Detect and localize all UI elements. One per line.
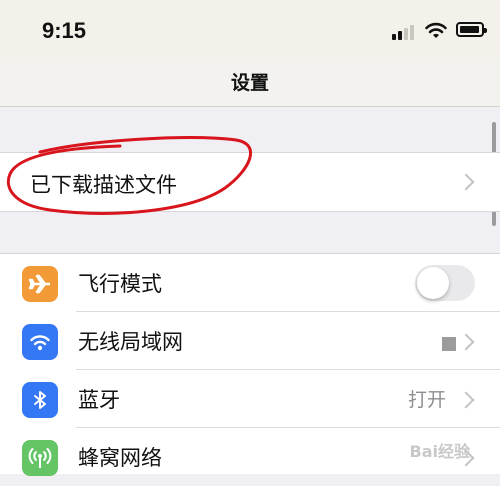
status-bar: 9:15 (0, 0, 500, 58)
chevron-right-icon (457, 333, 475, 351)
toggle-knob (417, 267, 449, 299)
airplane-mode-toggle[interactable] (415, 265, 475, 301)
airplane-mode-label: 飞行模式 (78, 272, 162, 296)
wifi-label: 无线局域网 (78, 330, 183, 354)
settings-row-wifi[interactable]: 无线局域网 (0, 312, 500, 370)
watermark: Bai经验 (409, 442, 470, 461)
settings-row-bluetooth[interactable]: 蓝牙 打开 (0, 370, 500, 428)
wifi-icon (22, 324, 58, 360)
bluetooth-status-value: 打开 (407, 389, 446, 411)
bluetooth-label: 蓝牙 (78, 388, 120, 412)
navigation-bar: 设置 (0, 58, 500, 107)
chevron-right-icon (457, 391, 475, 409)
wifi-status-icon (424, 20, 448, 40)
battery-icon (456, 22, 487, 37)
settings-row-airplane-mode[interactable]: 飞行模式 (0, 254, 500, 312)
wifi-network-placeholder-icon (442, 337, 456, 351)
chevron-right-icon (457, 173, 475, 191)
bluetooth-icon (22, 382, 58, 418)
downloaded-profile-label: 已下载描述文件 (30, 173, 177, 197)
page-title: 设置 (230, 72, 269, 94)
airplane-icon (22, 266, 58, 302)
status-time: 9:15 (42, 18, 87, 43)
downloaded-profile-row[interactable]: 已下载描述文件 (0, 152, 500, 212)
cellular-icon (22, 440, 58, 476)
cellular-signal-icon (392, 22, 418, 40)
cellular-label: 蜂窝网络 (78, 446, 162, 470)
